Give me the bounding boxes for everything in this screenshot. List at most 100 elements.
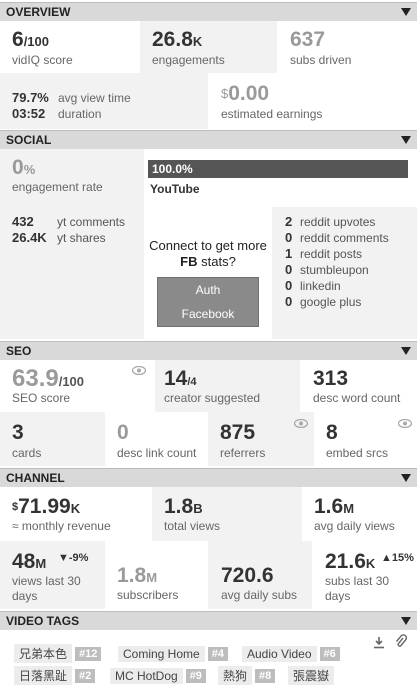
video-tag[interactable]: MC HotDog #9 — [110, 667, 206, 684]
views-last-30-suffix: M — [35, 556, 47, 571]
subs-driven-value: 637 — [290, 28, 326, 51]
video-tag-rank: #12 — [75, 646, 102, 661]
video-tags-title: VIDEO TAGS — [6, 614, 80, 628]
view-time-cell: 79.7% avg view time 03:52 duration — [0, 73, 208, 129]
embed-srcs-cell: 8 embed srcs — [314, 412, 417, 466]
referrers-value: 875 — [220, 421, 256, 444]
video-tag-text: Coming Home — [118, 645, 205, 662]
desc-word-count-value: 313 — [313, 367, 349, 390]
subs-driven-cell: 637 subs driven — [277, 21, 417, 73]
views-change-badge: ▼-9% — [58, 552, 89, 564]
seo-score-value: 63.9 — [12, 365, 59, 392]
subs-change-badge: ▲15% — [381, 552, 414, 564]
auth-facebook-button[interactable]: Auth Facebook — [157, 277, 259, 327]
views-last-30-label-2: days — [12, 589, 38, 603]
embed-srcs-value: 8 — [326, 421, 338, 444]
video-tag[interactable]: Coming Home #4 — [118, 645, 228, 662]
subscribers-label: subscribers — [117, 588, 179, 602]
overview-title: OVERVIEW — [6, 5, 71, 19]
overview-header[interactable]: OVERVIEW — [0, 2, 417, 21]
social-stat-row: 2 reddit upvotes — [285, 214, 375, 229]
eye-icon[interactable] — [132, 366, 146, 375]
cards-cell: 3 cards — [0, 412, 105, 466]
social-stat-row: 1 reddit posts — [285, 246, 362, 261]
total-views-suffix: B — [193, 501, 203, 516]
social-stat-label: stumbleupon — [300, 263, 369, 277]
avg-daily-views-value: 1.6 — [314, 495, 344, 518]
facebook-connect-cell: Connect to get more FB stats? Auth Faceb… — [144, 207, 272, 339]
seo-header[interactable]: SEO — [0, 341, 417, 360]
total-views-cell: 1.8B total views — [152, 487, 302, 541]
yt-stats-cell: 432 yt comments 26.4K yt shares — [0, 207, 144, 339]
subs-last-30-value: 21.6 — [325, 550, 366, 573]
cards-label: cards — [12, 446, 42, 460]
social-stat-value: 0 — [285, 278, 293, 293]
embed-srcs-label: embed srcs — [326, 446, 389, 460]
engagement-rate-cell: 0% engagement rate — [0, 149, 144, 207]
video-tag[interactable]: 兄弟本色 #12 — [14, 644, 102, 663]
referrers-cell: 875 referrers — [208, 412, 314, 466]
yt-shares-label: yt shares — [57, 231, 106, 245]
social-header[interactable]: SOCIAL — [0, 130, 417, 149]
social-title: SOCIAL — [6, 133, 52, 147]
video-tags-header[interactable]: VIDEO TAGS — [0, 611, 417, 630]
collapse-arrow-icon[interactable] — [401, 8, 411, 16]
channel-header[interactable]: CHANNEL — [0, 468, 417, 487]
eye-icon[interactable] — [398, 419, 412, 428]
desc-link-count-label: desc link count — [117, 446, 197, 460]
download-icon[interactable] — [373, 636, 385, 649]
paperclip-icon[interactable] — [395, 634, 407, 649]
referrers-label: referrers — [220, 446, 266, 460]
video-tag-rank: #9 — [185, 668, 206, 683]
monthly-revenue-value: 71.99 — [18, 495, 71, 518]
monthly-revenue-suffix: K — [70, 501, 81, 516]
vidiq-score-cell: 6/100 vidIQ score — [0, 21, 140, 73]
collapse-arrow-icon[interactable] — [401, 136, 411, 144]
social-stat-label: google plus — [300, 295, 362, 309]
avg-daily-subs-label: avg daily subs — [221, 588, 298, 602]
monthly-revenue-label: ≈ monthly revenue — [12, 519, 111, 533]
creator-suggested-value: 14 — [164, 367, 188, 390]
video-tag-rank: #8 — [255, 668, 276, 683]
engagement-rate-label: engagement rate — [12, 180, 103, 194]
social-stat-value: 0 — [285, 230, 293, 245]
connect-tail: stats? — [201, 254, 236, 269]
social-stat-label: reddit upvotes — [300, 215, 376, 229]
cards-value: 3 — [12, 421, 24, 444]
earnings-value: 0.00 — [228, 82, 270, 105]
collapse-arrow-icon[interactable] — [401, 617, 411, 625]
vidiq-score-label: vidIQ score — [12, 53, 73, 67]
eye-icon[interactable] — [294, 419, 308, 428]
avg-daily-views-label: avg daily views — [314, 519, 395, 533]
social-stat-row: 0 linkedin — [285, 278, 341, 293]
creator-suggested-label: creator suggested — [164, 391, 261, 405]
video-tag-text: 日落黑趾 — [14, 666, 73, 685]
social-stat-label: reddit posts — [300, 247, 363, 261]
video-tag[interactable]: 熱狗 #8 — [218, 666, 276, 685]
social-stat-label: linkedin — [300, 279, 341, 293]
connect-text: Connect to get more — [149, 238, 267, 253]
social-stat-value: 2 — [285, 214, 293, 229]
connect-fb-strong: FB — [180, 254, 198, 269]
total-views-value: 1.8 — [164, 495, 194, 518]
youtube-bar-label: YouTube — [150, 182, 200, 196]
engagements-suffix: K — [192, 34, 203, 49]
youtube-bar-percent: 100.0% — [152, 162, 193, 176]
collapse-arrow-icon[interactable] — [401, 347, 411, 355]
views-last-30-label: views last 30 — [12, 574, 81, 588]
avg-daily-subs-value: 720.6 — [221, 564, 274, 587]
avg-daily-views-suffix: M — [343, 501, 355, 516]
video-tag[interactable]: 張震嶽 — [288, 666, 335, 685]
engagements-label: engagements — [152, 53, 225, 67]
youtube-bar-track: 100.0% — [148, 160, 408, 178]
video-tag[interactable]: 日落黑趾 #2 — [14, 666, 96, 685]
vidiq-score-value: 6 — [12, 28, 24, 51]
video-tag[interactable]: Audio Video #6 — [242, 645, 340, 662]
desc-word-count-cell: 313 desc word count — [300, 360, 417, 412]
vidiq-score-suffix: /100 — [23, 34, 49, 49]
auth-button-line2: Facebook — [181, 307, 235, 321]
views-last-30-value: 48 — [12, 550, 36, 573]
creator-suggested-cell: 14/4 creator suggested — [155, 360, 300, 412]
collapse-arrow-icon[interactable] — [401, 474, 411, 482]
seo-score-cell: 63.9/100 SEO score — [0, 360, 155, 412]
